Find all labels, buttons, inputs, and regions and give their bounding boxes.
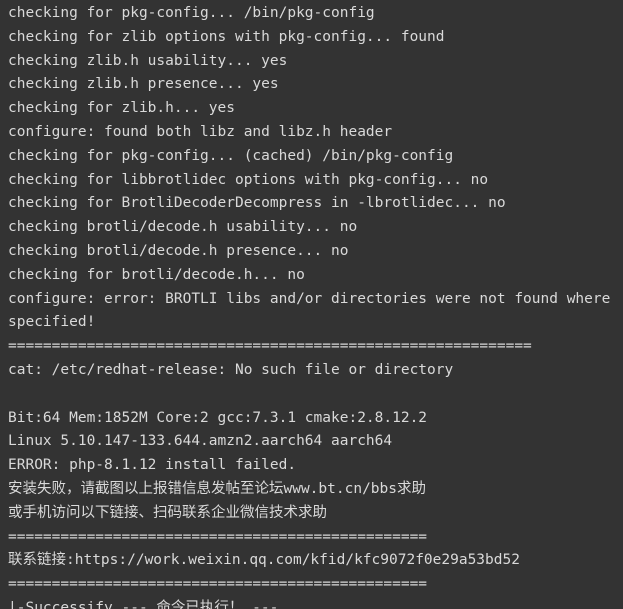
terminal-line: configure: found both libz and libz.h he… bbox=[8, 123, 393, 140]
terminal-line: 或手机访问以下链接、扫码联系企业微信技术求助 bbox=[8, 504, 327, 521]
terminal-line: checking brotli/decode.h usability... no bbox=[8, 219, 358, 236]
terminal-line: ERROR: php-8.1.12 install failed. bbox=[8, 457, 297, 474]
terminal-line: Linux 5.10.147-133.644.amzn2.aarch64 aar… bbox=[8, 433, 393, 450]
terminal-output[interactable]: checking for pkg-config... /bin/pkg-conf… bbox=[0, 0, 623, 609]
terminal-line: 安装失败，请截图以上报错信息发帖至论坛www.bt.cn/bbs求助 bbox=[8, 480, 426, 497]
terminal-line: checking for zlib options with pkg-confi… bbox=[8, 28, 445, 45]
terminal-line: checking zlib.h presence... yes bbox=[8, 76, 279, 93]
terminal-line: ========================================… bbox=[8, 338, 532, 355]
terminal-line: checking brotli/decode.h presence... no bbox=[8, 242, 349, 259]
terminal-line: Bit:64 Mem:1852M Core:2 gcc:7.3.1 cmake:… bbox=[8, 409, 428, 426]
terminal-line: configure: error: BROTLI libs and/or dir… bbox=[8, 290, 611, 307]
terminal-line: checking for pkg-config... (cached) /bin… bbox=[8, 147, 454, 164]
terminal-line: 联系链接:https://work.weixin.qq.com/kfid/kfc… bbox=[8, 552, 520, 569]
terminal-line: checking zlib.h usability... yes bbox=[8, 52, 288, 69]
terminal-line: checking for zlib.h... yes bbox=[8, 100, 235, 117]
terminal-line: checking for libbrotlidec options with p… bbox=[8, 171, 489, 188]
terminal-line: ========================================… bbox=[8, 576, 428, 593]
terminal-line: |-Successify --- 命令已执行！ --- bbox=[8, 599, 279, 609]
terminal-line: checking for brotli/decode.h... no bbox=[8, 266, 305, 283]
terminal-line: ========================================… bbox=[8, 528, 428, 545]
terminal-line: cat: /etc/redhat-release: No such file o… bbox=[8, 361, 454, 378]
terminal-line: checking for pkg-config... /bin/pkg-conf… bbox=[8, 5, 375, 21]
terminal-line: checking for BrotliDecoderDecompress in … bbox=[8, 195, 506, 212]
terminal-line: specified! bbox=[8, 314, 96, 331]
